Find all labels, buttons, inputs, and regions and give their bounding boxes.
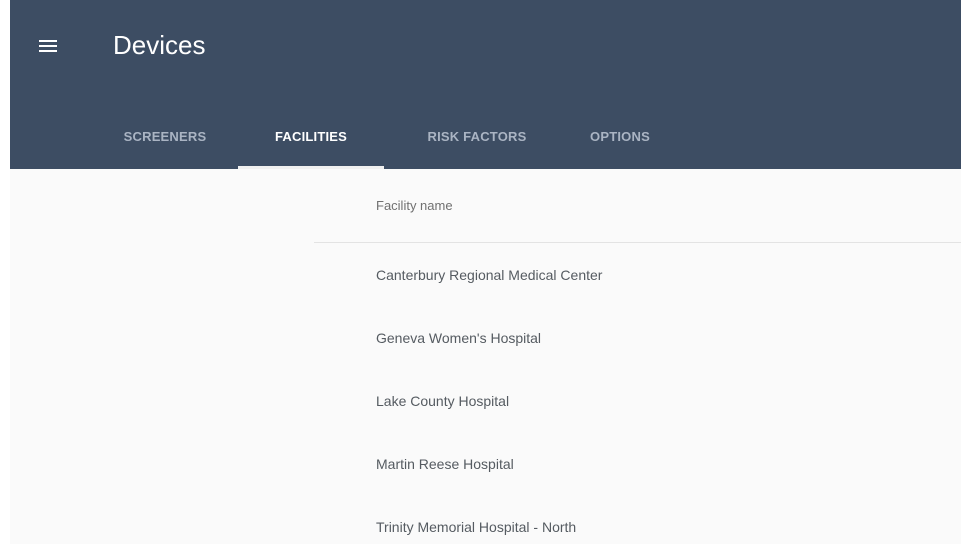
page-title: Devices [113,30,206,60]
app-bar: Devices SCREENERS FACILITIES RISK FACTOR… [10,0,961,169]
table-row[interactable]: Martin Reese Hospital [314,432,961,495]
tab-bar: SCREENERS FACILITIES RISK FACTORS OPTION… [92,118,670,169]
facilities-table: Facility name Canterbury Regional Medica… [314,169,961,544]
table-row[interactable]: Canterbury Regional Medical Center [314,243,961,306]
tab-screeners[interactable]: SCREENERS [92,118,238,169]
app-window: Devices SCREENERS FACILITIES RISK FACTOR… [10,0,961,544]
hamburger-menu-icon [39,39,57,53]
tab-risk-factors[interactable]: RISK FACTORS [384,118,570,169]
menu-button[interactable] [30,28,66,64]
tab-facilities[interactable]: FACILITIES [238,118,384,169]
table-row[interactable]: Lake County Hospital [314,369,961,432]
table-row[interactable]: Geneva Women's Hospital [314,306,961,369]
tab-options[interactable]: OPTIONS [570,118,670,169]
table-row[interactable]: Trinity Memorial Hospital - North [314,495,961,544]
column-header-facility-name[interactable]: Facility name [314,169,961,243]
